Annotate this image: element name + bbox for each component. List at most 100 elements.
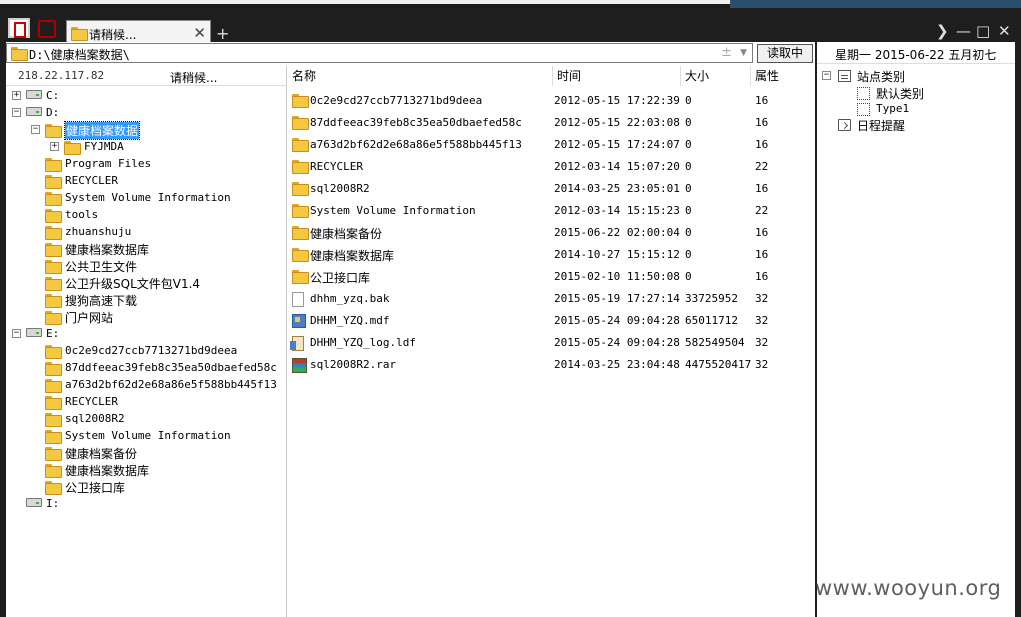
file-row[interactable]: 公卫接口库 2015-02-10 11:50:08 0 16: [288, 266, 815, 288]
tree-item[interactable]: + C:: [6, 88, 286, 105]
file-row[interactable]: sql2008R2 2014-03-25 23:05:01 0 16: [288, 178, 815, 200]
folder-icon: [292, 248, 309, 262]
file-row[interactable]: RECYCLER 2012-03-14 15:07:20 0 22: [288, 156, 815, 178]
file-row[interactable]: dhhm_yzq.bak 2015-05-19 17:27:14 33725952 3…: [288, 288, 815, 310]
file-time: 2015-05-24 09:04:28: [554, 314, 680, 327]
tree-item[interactable]: zhuanshuju: [6, 224, 286, 241]
tree-item-label: FYJMDA: [84, 140, 124, 153]
tree-item[interactable]: 公卫接口库: [6, 479, 286, 496]
tree-item[interactable]: 87ddfeeac39feb8c35ea50dbaefed58c: [6, 360, 286, 377]
file-attr: 16: [755, 270, 769, 283]
collapse-icon[interactable]: −: [822, 71, 831, 80]
tree-item[interactable]: System Volume Information: [6, 190, 286, 207]
file-row[interactable]: DHHM_YZQ_log.ldf 2015-05-24 09:04:28 58254…: [288, 332, 815, 354]
tree-item[interactable]: RECYCLER: [6, 394, 286, 411]
tree-item[interactable]: Program Files: [6, 156, 286, 173]
stop-icon[interactable]: [38, 20, 56, 38]
tree-item-label: D:: [46, 106, 60, 119]
file-attr: 32: [755, 314, 769, 327]
tree-item[interactable]: 健康档案数据库: [6, 462, 286, 479]
folder-icon: [292, 270, 309, 284]
file-name: DHHM_YZQ.mdf: [310, 314, 390, 327]
column-size[interactable]: 大小: [681, 66, 751, 86]
minimize-button[interactable]: —: [956, 22, 971, 40]
tree-item-label: a763d2bf62d2e68a86e5f588bb445f13: [65, 378, 277, 391]
app-logo-icon[interactable]: [8, 18, 30, 38]
tree-item[interactable]: 0c2e9cd27ccb7713271bd9deea: [6, 343, 286, 360]
tree-item[interactable]: 搜狗高速下载: [6, 292, 286, 309]
server-ip: 218.22.117.82: [18, 69, 105, 82]
address-path[interactable]: D:\健康档案数据\: [29, 46, 130, 63]
tab-bar: 请稍候... ✕ + ❯ — □ ✕: [0, 8, 1021, 46]
category-item[interactable]: Type1: [838, 101, 1018, 118]
tree-item[interactable]: tools: [6, 207, 286, 224]
tree-item-label: 0c2e9cd27ccb7713271bd9deea: [65, 344, 238, 357]
category-item[interactable]: − 站点类别: [822, 68, 1002, 85]
file-row[interactable]: 87ddfeeac39feb8c35ea50dbaefed58c 2012-05-…: [288, 112, 815, 134]
tree-item[interactable]: 公卫升级SQL文件包V1.4: [6, 275, 286, 292]
tree-item[interactable]: a763d2bf62d2e68a86e5f588bb445f13: [6, 377, 286, 394]
close-window-button[interactable]: ✕: [998, 22, 1011, 40]
address-bar[interactable]: D:\健康档案数据\ ± ▼: [6, 43, 753, 63]
close-tab-icon[interactable]: ✕: [193, 24, 206, 42]
folder-icon: [45, 311, 62, 325]
collapse-icon[interactable]: −: [31, 125, 40, 134]
category-item[interactable]: 默认类别: [838, 85, 1018, 102]
file-time: 2015-05-19 17:27:14: [554, 292, 680, 305]
folder-icon: [45, 277, 62, 291]
folder-icon: [292, 138, 309, 152]
tree-item[interactable]: System Volume Information: [6, 428, 286, 445]
tree-item[interactable]: + FYJMDA: [6, 139, 286, 156]
file-attr: 22: [755, 204, 769, 217]
file-row[interactable]: 健康档案备份 2015-06-22 02:00:04 0 16: [288, 222, 815, 244]
file-size: 0: [685, 204, 692, 217]
tree-item[interactable]: 门户网站: [6, 309, 286, 326]
file-row[interactable]: System Volume Information 2012-03-14 15:1…: [288, 200, 815, 222]
tree-item-label: 门户网站: [65, 311, 114, 325]
column-attr[interactable]: 属性: [751, 66, 815, 86]
file-row[interactable]: sql2008R2.rar 2014-03-25 23:04:48 44755204…: [288, 354, 815, 376]
chevron-down-icon[interactable]: ▼: [740, 48, 747, 58]
file-attr: 32: [755, 336, 769, 349]
expand-icon[interactable]: +: [12, 91, 21, 100]
category-item[interactable]: 日程提醒: [822, 117, 1002, 134]
tree-item[interactable]: − D:: [6, 105, 286, 122]
expand-icon[interactable]: +: [50, 142, 59, 151]
maximize-button[interactable]: □: [976, 22, 990, 40]
tree-item[interactable]: I:: [6, 496, 286, 513]
file-time: 2012-05-15 22:03:08: [554, 116, 680, 129]
file-size: 4475520417: [685, 358, 752, 371]
tree-item[interactable]: 公共卫生文件: [6, 258, 286, 275]
folder-icon: [292, 226, 309, 240]
column-name[interactable]: 名称: [288, 66, 553, 86]
read-button[interactable]: 读取中: [757, 44, 813, 63]
file-name: sql2008R2: [310, 182, 370, 195]
file-icon: [292, 292, 304, 307]
column-time[interactable]: 时间: [553, 66, 681, 86]
file-row[interactable]: 健康档案数据库 2014-10-27 15:15:12 0 16: [288, 244, 815, 266]
tree-item[interactable]: − E:: [6, 326, 286, 343]
file-row[interactable]: 0c2e9cd27ccb7713271bd9deea 2012-05-15 17:…: [288, 90, 815, 112]
tree-item-label: 公卫接口库: [65, 481, 126, 495]
tree-item-label: RECYCLER: [65, 174, 118, 187]
more-icon[interactable]: ❯: [936, 22, 949, 40]
tree-item[interactable]: 健康档案备份: [6, 445, 286, 462]
tree-item[interactable]: sql2008R2: [6, 411, 286, 428]
collapse-icon[interactable]: −: [12, 108, 21, 117]
file-row[interactable]: DHHM_YZQ.mdf 2015-05-24 09:04:28 65011712 3…: [288, 310, 815, 332]
tree-item[interactable]: − 健康档案数据: [6, 121, 286, 140]
file-size: 0: [685, 226, 692, 239]
file-row[interactable]: a763d2bf62d2e68a86e5f588bb445f13 2012-05-…: [288, 134, 815, 156]
file-name: 87ddfeeac39feb8c35ea50dbaefed58c: [310, 116, 522, 129]
collapse-icon[interactable]: −: [12, 329, 21, 338]
folder-icon: [45, 396, 62, 410]
folder-icon: [292, 94, 309, 108]
list-icon: [838, 70, 851, 82]
tree-item[interactable]: 健康档案数据库: [6, 241, 286, 258]
file-size: 0: [685, 248, 692, 261]
file-name: dhhm_yzq.bak: [310, 292, 390, 305]
add-tab-button[interactable]: +: [216, 24, 229, 43]
pane-divider[interactable]: [286, 66, 287, 617]
toggle-icon[interactable]: ±: [721, 45, 732, 60]
tree-item[interactable]: RECYCLER: [6, 173, 286, 190]
